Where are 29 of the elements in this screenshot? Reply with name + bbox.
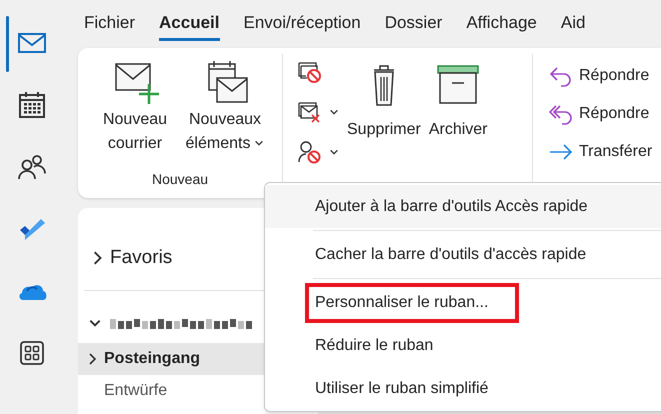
chevron-down-icon xyxy=(254,138,264,148)
ribbon-button[interactable]: Répondre xyxy=(549,102,652,126)
ribbon-button[interactable]: Supprimer xyxy=(347,54,421,142)
ribbon-tab[interactable]: Accueil xyxy=(159,10,220,41)
ribbon-tab[interactable]: Aid xyxy=(560,10,586,41)
menu-item[interactable]: Personnaliser le ruban... xyxy=(305,283,519,323)
chevron-down-icon xyxy=(329,107,339,117)
calendar-icon[interactable] xyxy=(17,90,47,120)
ribbon-tab[interactable]: Affichage xyxy=(466,10,537,41)
reply-arrow-icon xyxy=(549,65,573,87)
menu-item[interactable]: Cacher la barre d'outils d'accès rapide xyxy=(315,242,586,267)
group-label: Nouveau xyxy=(152,170,208,189)
ribbon-tab[interactable]: Envoi/réception xyxy=(244,10,361,41)
selection-indicator xyxy=(6,16,9,72)
ribbon-tab[interactable]: Dossier xyxy=(384,10,442,41)
ribbon-tab[interactable]: Fichier xyxy=(84,10,136,41)
ribbon-button[interactable]: Nouveaux éléments xyxy=(183,60,267,156)
ribbon-button[interactable]: Archiver xyxy=(428,54,488,142)
person-block-icon xyxy=(297,140,323,164)
apps-icon[interactable] xyxy=(17,338,47,368)
ribbon-button[interactable]: Répondre xyxy=(549,64,652,88)
ribbon-button[interactable]: Transférer xyxy=(549,140,652,164)
ribbon-button[interactable]: Nouveau courrier xyxy=(93,60,177,156)
envelope-block-icon xyxy=(297,60,323,84)
menu-item[interactable]: Utiliser le ruban simplifié xyxy=(315,377,488,402)
menu-item[interactable]: Réduire le ruban xyxy=(315,334,434,358)
people-icon[interactable] xyxy=(17,152,47,182)
reply-all-arrow-icon xyxy=(549,103,573,125)
chevron-down-icon xyxy=(329,147,339,157)
